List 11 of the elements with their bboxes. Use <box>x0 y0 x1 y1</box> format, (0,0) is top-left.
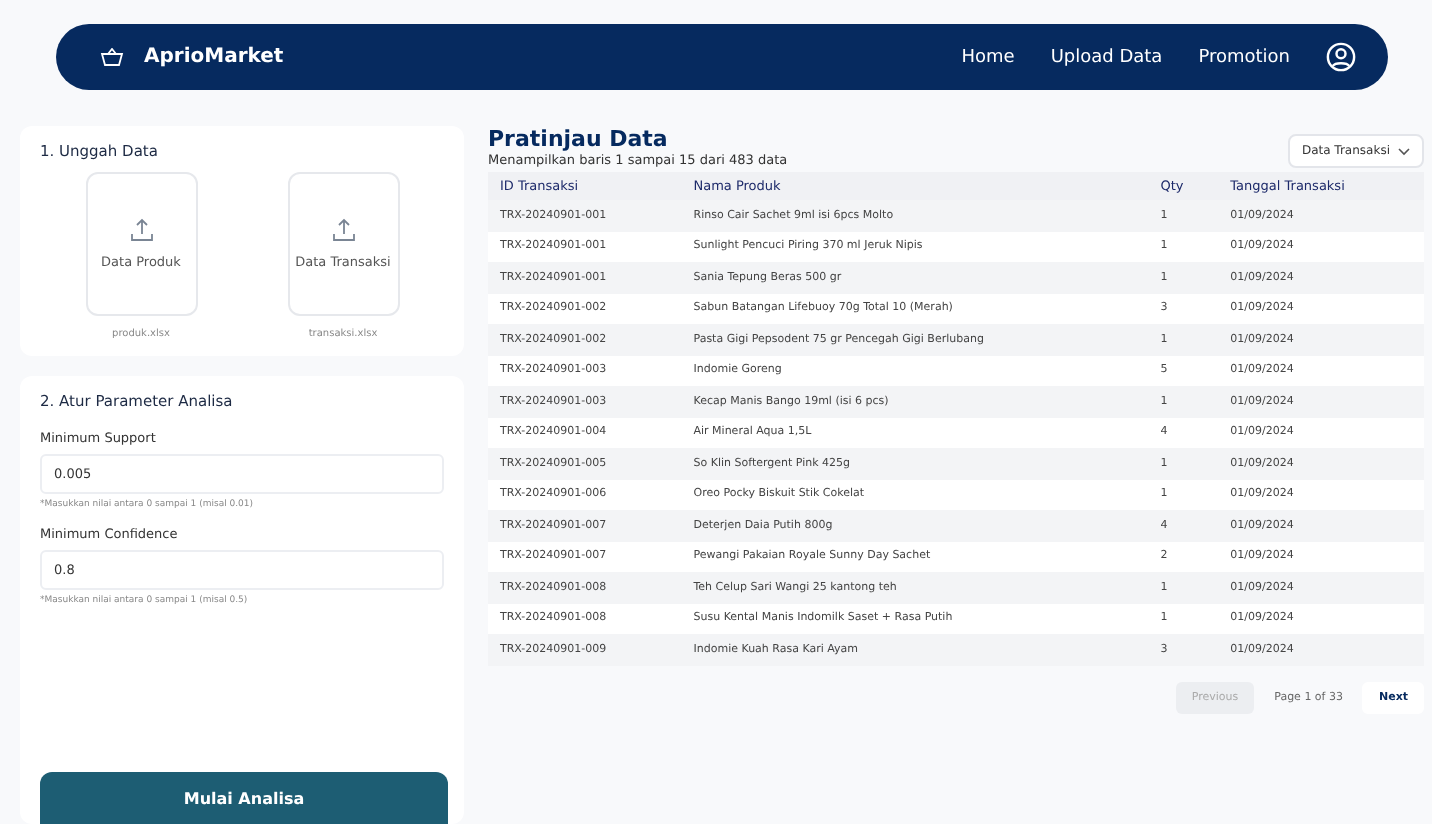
basket-icon <box>100 48 124 66</box>
nav-link[interactable]: Upload Data <box>1050 47 1163 67</box>
upload-icon <box>331 218 355 242</box>
chevron-icon <box>1398 147 1410 155</box>
page-title: Pratinjau Data <box>488 126 670 152</box>
nav-link[interactable]: Home <box>961 47 1015 67</box>
start-button[interactable]: Mulai Analisa <box>40 772 448 824</box>
upload-icon <box>129 218 153 242</box>
user-icon[interactable] <box>1326 42 1356 72</box>
nav-link[interactable]: Promotion <box>1198 47 1290 67</box>
brand-name: AprioMarket <box>144 46 286 68</box>
